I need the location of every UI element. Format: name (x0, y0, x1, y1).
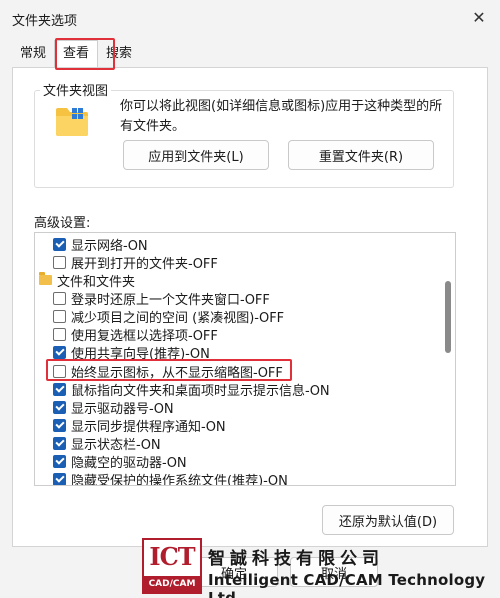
checkbox[interactable] (53, 418, 66, 432)
apply-to-folders-button[interactable]: 应用到文件夹(L) (123, 140, 269, 170)
checkbox[interactable] (53, 400, 66, 414)
checkbox[interactable] (53, 291, 66, 305)
reset-folders-button[interactable]: 重置文件夹(R) (288, 140, 434, 170)
checkbox[interactable] (53, 364, 66, 378)
list-item[interactable]: 减少项目之间的空间 (紧凑视图)-OFF (53, 307, 285, 326)
list-item[interactable]: 登录时还原上一个文件夹窗口-OFF (53, 289, 270, 308)
list-item[interactable]: 显示网络-ON (53, 235, 148, 254)
list-item[interactable]: 隐藏受保护的操作系统文件(推荐)-ON (53, 470, 288, 486)
tab-search[interactable]: 搜索 (98, 42, 140, 66)
watermark-logo: ICT CAD/CAM (142, 538, 202, 594)
list-item[interactable]: 隐藏空的驱动器-ON (53, 452, 187, 471)
folder-view-description: 你可以将此视图(如详细信息或图标)应用于这种类型的所有文件夹。 (120, 99, 443, 134)
list-item-label: 始终显示图标，从不显示缩略图-OFF (71, 365, 283, 381)
tab-general[interactable]: 常规 (12, 42, 54, 66)
list-item-label: 显示网络-ON (71, 238, 148, 254)
folder-view-title: 文件夹视图 (40, 80, 112, 99)
checkbox[interactable] (53, 309, 66, 323)
tab-strip: 常规 查看 搜索 (12, 40, 140, 68)
list-item-label: 展开到打开的文件夹-OFF (71, 256, 218, 272)
scrollbar-thumb[interactable] (445, 281, 451, 353)
close-icon[interactable]: ✕ (462, 2, 496, 32)
folder-icon (39, 272, 52, 285)
checkbox[interactable] (53, 237, 66, 251)
list-item-label: 隐藏受保护的操作系统文件(推荐)-ON (71, 473, 288, 486)
folder-options-dialog: 文件夹选项 ✕ 常规 查看 搜索 文件夹视图 你可以将此视图(如详细信息或图标)… (0, 0, 500, 598)
list-item-label: 显示同步提供程序通知-ON (71, 419, 226, 435)
watermark-company-cn: 智誠科技有限公司 (208, 549, 384, 569)
checkbox[interactable] (53, 436, 66, 450)
list-item-label: 鼠标指向文件夹和桌面项时显示提示信息-ON (71, 383, 330, 399)
list-item-label: 减少项目之间的空间 (紧凑视图)-OFF (71, 310, 285, 326)
list-item[interactable]: 鼠标指向文件夹和桌面项时显示提示信息-ON (53, 380, 330, 399)
advanced-settings-label: 高级设置: (34, 216, 91, 231)
checkbox[interactable] (53, 345, 66, 359)
list-group-header: 文件和文件夹 (39, 271, 136, 290)
advanced-settings-list[interactable]: 显示网络-ON 展开到打开的文件夹-OFF 文件和文件夹 登录时还原上一个文件夹… (34, 232, 456, 486)
folder-view-icon (56, 108, 88, 136)
checkbox[interactable] (53, 472, 66, 485)
list-item[interactable]: 使用共享向导(推荐)-ON (53, 343, 210, 362)
title-bar: 文件夹选项 ✕ (0, 0, 500, 36)
tab-view[interactable]: 查看 (54, 40, 99, 67)
list-item[interactable]: 显示同步提供程序通知-ON (53, 416, 226, 435)
list-scrollbar[interactable] (445, 239, 451, 481)
restore-defaults-button[interactable]: 还原为默认值(D) (322, 505, 454, 535)
watermark-logo-subtext: CAD/CAM (144, 576, 200, 592)
list-group-label: 文件和文件夹 (57, 274, 136, 290)
checkbox[interactable] (53, 255, 66, 269)
list-item[interactable]: 始终显示图标，从不显示缩略图-OFF (53, 362, 283, 381)
list-item-label: 登录时还原上一个文件夹窗口-OFF (71, 292, 270, 308)
checkbox[interactable] (53, 327, 66, 341)
list-item-label: 隐藏空的驱动器-ON (71, 455, 187, 471)
checkbox[interactable] (53, 454, 66, 468)
checkbox[interactable] (53, 382, 66, 396)
watermark-company-en: Intelligent CAD/CAM Technology Ltd. (208, 571, 486, 598)
list-item[interactable]: 展开到打开的文件夹-OFF (53, 253, 218, 272)
list-item-label: 使用共享向导(推荐)-ON (71, 346, 210, 362)
window-title: 文件夹选项 (12, 14, 78, 29)
list-item-label: 显示状态栏-ON (71, 437, 161, 453)
list-item[interactable]: 使用复选框以选择项-OFF (53, 325, 218, 344)
list-item[interactable]: 显示驱动器号-ON (53, 398, 174, 417)
watermark-logo-text: ICT (149, 542, 195, 571)
list-item-label: 显示驱动器号-ON (71, 401, 174, 417)
list-item[interactable]: 显示状态栏-ON (53, 434, 161, 453)
list-item-label: 使用复选框以选择项-OFF (71, 328, 218, 344)
